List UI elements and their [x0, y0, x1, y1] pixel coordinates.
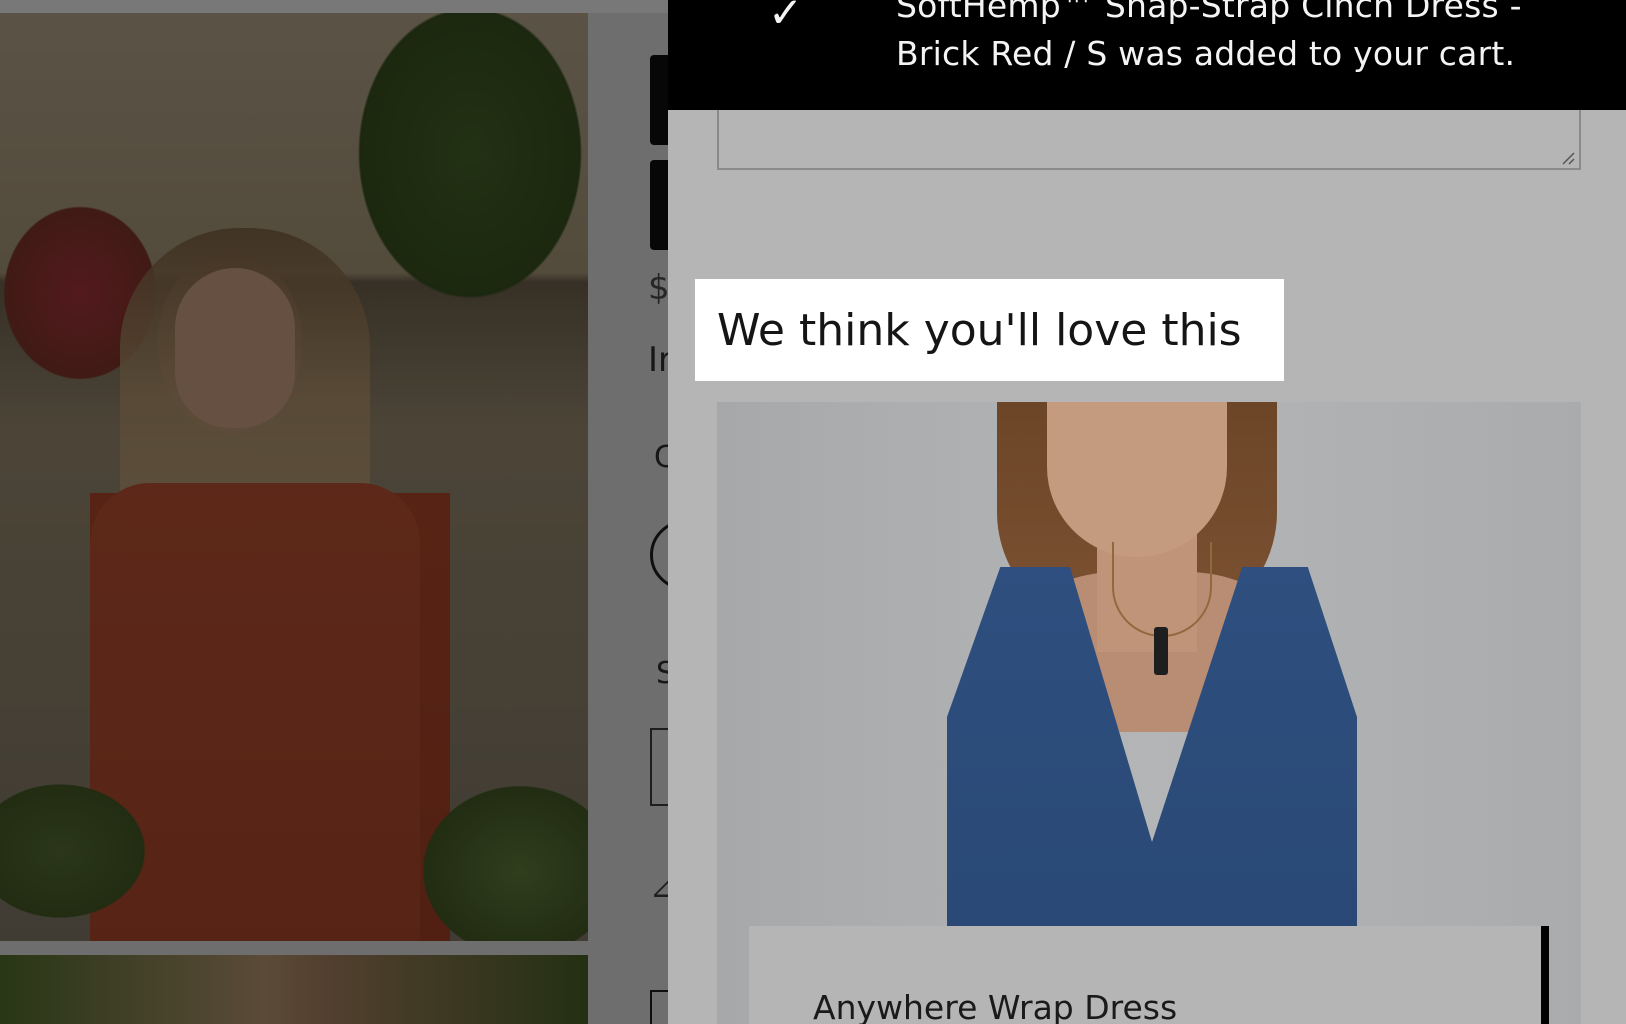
recommendation-heading: We think you'll love this	[695, 279, 1284, 381]
resize-handle-icon[interactable]	[1561, 151, 1575, 165]
top-bar	[0, 0, 668, 13]
photo-necklace-pendant	[1154, 627, 1168, 675]
check-icon: ✓	[768, 0, 804, 37]
added-to-cart-toast: ✓ SoftHemp™ Snap-Strap Cinch Dress - Bri…	[668, 0, 1626, 110]
recommended-product-info[interactable]: Anywhere Wrap Dress	[749, 926, 1549, 1024]
viewport: $ Ir C S ⊿ We think you'll love this	[0, 0, 1626, 1024]
recommended-product-card[interactable]: Anywhere Wrap Dress	[717, 402, 1581, 1024]
recommended-product-name[interactable]: Anywhere Wrap Dress	[813, 988, 1177, 1024]
toast-message: SoftHemp™ Snap-Strap Cinch Dress - Brick…	[896, 0, 1522, 73]
cart-drawer: We think you'll love this Anywhere Wrap …	[668, 0, 1626, 1024]
